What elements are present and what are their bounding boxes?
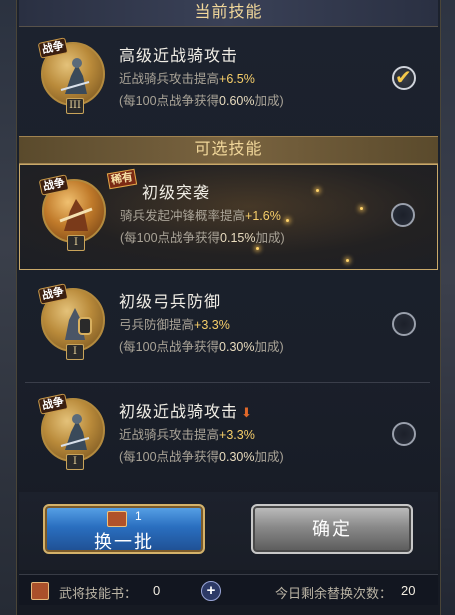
button-area: 1 换一批 确定 xyxy=(19,492,438,570)
rare-badge: 稀有 xyxy=(106,168,138,190)
skill-option-3-checkbox[interactable] xyxy=(392,422,416,446)
skill-icon: 战争 III xyxy=(37,37,107,114)
remaining-swaps-label: 今日剩余替换次数： xyxy=(275,586,393,601)
current-skill-checkbox[interactable]: ✔ xyxy=(392,66,416,90)
skill-title: 初级弓兵防御 xyxy=(119,294,222,311)
skill-title: 高级近战骑攻击 xyxy=(119,48,239,65)
tier-badge: I xyxy=(67,235,85,251)
tier-badge: III xyxy=(66,98,84,114)
skill-scaling: (每100点战争获得0.30%加成) xyxy=(119,450,284,464)
current-skill-header: 当前技能 xyxy=(19,0,438,27)
skill-description: 弓兵防御提高+3.3% xyxy=(119,318,230,332)
skill-description: 近战骑兵攻击提高+6.5% xyxy=(119,72,255,86)
skill-books-count: 0 xyxy=(153,583,161,598)
sparkle xyxy=(360,207,363,210)
rider-figure-icon xyxy=(60,58,90,94)
skill-option-3[interactable]: 战争 I 初级近战骑攻击 ⬇ 近战骑兵攻击提高+3.3% (每100点战争获得0.… xyxy=(19,384,438,488)
archer-figure-icon xyxy=(65,308,92,340)
rider-figure-icon xyxy=(60,414,90,450)
current-skill-row: 战争 III 高级近战骑攻击 近战骑兵攻击提高+6.5% (每100点战争获得0… xyxy=(19,28,438,132)
skill-icon: 战争 I xyxy=(38,174,108,251)
divider xyxy=(25,382,430,383)
skill-option-1-checkbox[interactable] xyxy=(391,203,415,227)
sparkle xyxy=(256,247,259,250)
sparkle xyxy=(316,189,319,192)
down-arrow-icon: ⬇ xyxy=(241,405,253,420)
skill-scaling: (每100点战争获得0.30%加成) xyxy=(119,340,284,354)
skill-icon: 战争 I xyxy=(37,393,107,470)
skill-scaling: (每100点战争获得0.15%加成) xyxy=(120,231,285,245)
add-books-button[interactable]: + xyxy=(201,581,221,601)
skill-scaling: (每100点战争获得0.60%加成) xyxy=(119,94,284,108)
swap-batch-button[interactable]: 1 换一批 xyxy=(43,504,205,554)
swap-cost: 1 xyxy=(135,509,144,523)
skill-book-icon xyxy=(107,511,127,527)
resource-bar: 武将技能书： 0 + 今日剩余替换次数： 20 xyxy=(19,574,438,605)
lancer-figure-icon xyxy=(59,199,93,231)
skill-title: 初级近战骑攻击 ⬇ xyxy=(119,404,253,421)
remaining-swaps-count: 20 xyxy=(401,583,416,598)
skill-book-icon xyxy=(31,582,49,600)
optional-skills-header: 可选技能 xyxy=(19,136,438,164)
skill-title: 初级突袭 xyxy=(142,185,211,202)
tier-badge: I xyxy=(66,344,84,360)
swap-batch-label: 换一批 xyxy=(94,532,154,552)
check-icon: ✔ xyxy=(395,67,412,89)
skill-description: 近战骑兵攻击提高+3.3% xyxy=(119,428,255,442)
skill-icon: 战争 I xyxy=(37,283,107,360)
skill-panel: 当前技能 战争 III 高级近战骑攻击 近战骑兵攻击提高+6.5% (每100点… xyxy=(16,0,441,615)
sparkle xyxy=(346,259,349,262)
tier-badge: I xyxy=(66,454,84,470)
sparkle xyxy=(286,219,289,222)
skill-option-2-checkbox[interactable] xyxy=(392,312,416,336)
skill-option-1[interactable]: 战争 I 稀有 初级突袭 骑兵发起冲锋概率提高+1.6% (每100点战争获得0… xyxy=(19,164,438,270)
skill-option-2[interactable]: 战争 I 初级弓兵防御 弓兵防御提高+3.3% (每100点战争获得0.30%加… xyxy=(19,274,438,378)
confirm-button[interactable]: 确定 xyxy=(251,504,413,554)
skill-books-label: 武将技能书： xyxy=(59,586,138,601)
skill-description: 骑兵发起冲锋概率提高+1.6% xyxy=(120,209,281,223)
